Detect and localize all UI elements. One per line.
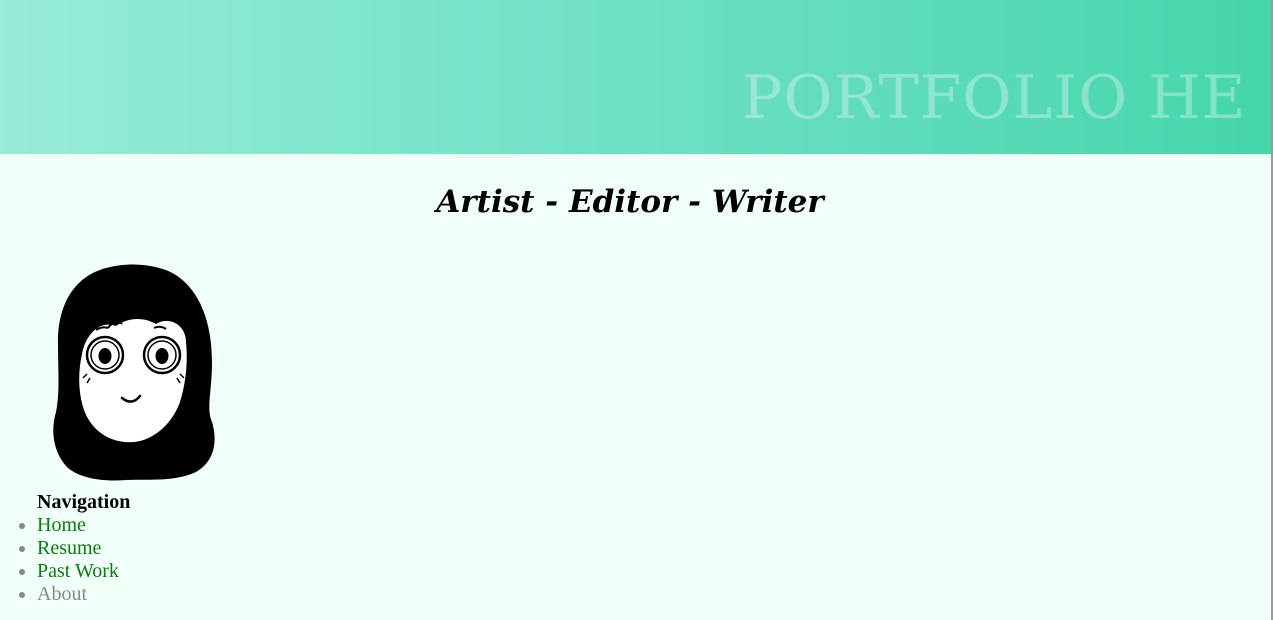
page-tagline: Artist - Editor - Writer [436, 184, 824, 220]
navigation-heading: Navigation [37, 491, 131, 513]
navigation-menu: Navigation Home Resume Past Work About [0, 491, 130, 606]
nav-current-about: About [37, 583, 87, 605]
nav-link-home[interactable]: Home [37, 514, 86, 536]
header-banner: PORTFOLIO HE [0, 0, 1273, 154]
banner-title: PORTFOLIO HE [742, 63, 1247, 133]
nav-link-resume[interactable]: Resume [37, 537, 101, 559]
nav-link-past-work[interactable]: Past Work [37, 560, 119, 582]
nav-item-about: About [37, 583, 130, 606]
avatar-illustration [53, 264, 215, 481]
nav-item-past-work[interactable]: Past Work [37, 560, 130, 583]
nav-item-home[interactable]: Home [37, 514, 130, 537]
navigation-list: Home Resume Past Work About [0, 514, 130, 606]
nav-item-resume[interactable]: Resume [37, 537, 130, 560]
